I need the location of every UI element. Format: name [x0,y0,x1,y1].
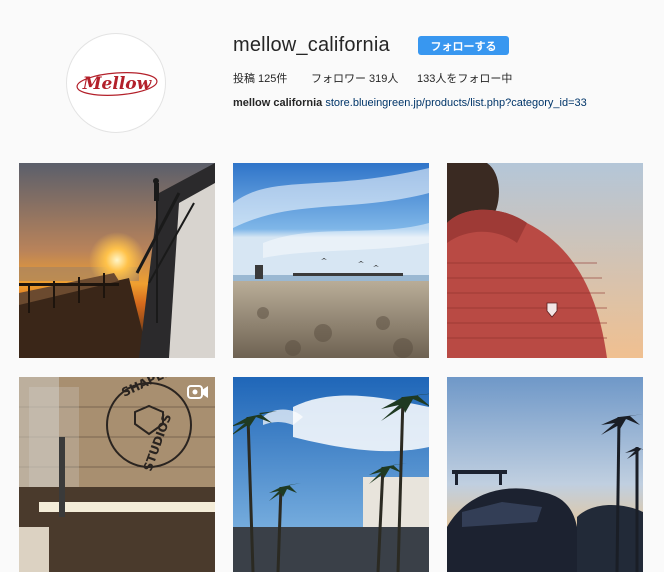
follow-button[interactable]: フォローする [418,36,509,55]
mellow-logo: Mellow [76,72,158,96]
palm-street-photo [233,377,429,572]
profile-avatar[interactable]: Mellow [66,33,166,133]
followers-link[interactable]: フォロワー 319人 [311,70,398,86]
post-thumbnail[interactable] [447,377,643,572]
beach-pier-photo [233,163,429,358]
post-thumbnail[interactable] [233,163,429,358]
profile-username: mellow_california [233,34,390,56]
avatar-logo-text: Mellow [82,74,153,94]
following-link[interactable]: 133人をフォロー中 [417,70,512,86]
profile-full-name: mellow california [233,97,323,109]
post-thumbnail[interactable] [447,163,643,358]
profile-bio: mellow california store.blueingreen.jp/p… [233,97,587,109]
posts-count: 投稿 125件 [233,73,288,85]
post-thumbnail[interactable]: SHAPER STUDIOS [19,377,215,572]
shaper-studios-photo: SHAPER STUDIOS [19,377,215,572]
post-thumbnail[interactable] [233,377,429,572]
profile-website-link[interactable]: store.blueingreen.jp/products/list.php?c… [325,97,586,109]
red-sweater-photo [447,163,643,358]
post-thumbnail[interactable] [19,163,215,358]
pier-sunset-photo [19,163,215,358]
dusk-vans-photo [447,377,643,572]
video-icon [187,385,208,399]
